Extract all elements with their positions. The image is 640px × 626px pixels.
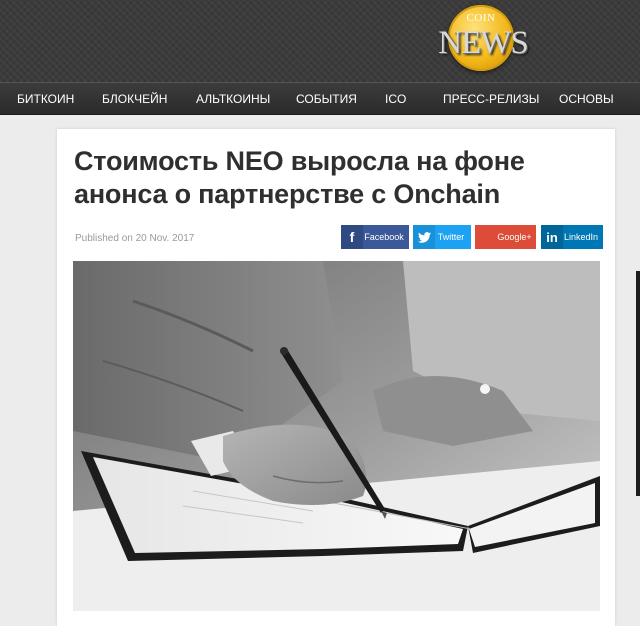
- page-edge-decoration: [636, 271, 640, 496]
- linkedin-icon: in: [541, 225, 563, 249]
- share-linkedin-label: LinkedIn: [563, 232, 599, 242]
- share-twitter-button[interactable]: Twitter: [413, 225, 471, 249]
- nav-item-blockchain[interactable]: БЛОКЧЕЙН: [102, 83, 167, 116]
- logo-news-text: NEWS: [438, 25, 529, 61]
- photo-hand-signing-document: [73, 261, 600, 611]
- share-twitter-label: Twitter: [437, 232, 465, 242]
- article-title: Стоимость NEO выросла на фоне анонса о п…: [74, 146, 525, 209]
- share-google-plus-label: Google+: [497, 232, 532, 242]
- nav-item-press-releases[interactable]: ПРЕСС-РЕЛИЗЫ: [443, 83, 539, 116]
- share-google-plus-button[interactable]: Google+: [475, 225, 536, 249]
- article-image: [73, 261, 600, 611]
- site-logo[interactable]: COIN NEWS: [428, 5, 538, 77]
- article-card: Стоимость NEO выросла на фоне анонса о п…: [57, 129, 615, 626]
- share-facebook-button[interactable]: f Facebook: [341, 225, 409, 249]
- logo-coin-text: COIN: [466, 12, 496, 24]
- main-nav: БИТКОИН БЛОКЧЕЙН АЛЬТКОИНЫ СОБЫТИЯ ICO П…: [0, 82, 640, 115]
- nav-item-ico[interactable]: ICO: [385, 83, 406, 116]
- nav-item-altcoins[interactable]: АЛЬТКОИНЫ: [196, 83, 270, 116]
- twitter-icon: [413, 225, 435, 249]
- site-header: COIN NEWS: [0, 0, 640, 82]
- share-facebook-label: Facebook: [364, 232, 404, 242]
- nav-item-basics[interactable]: ОСНОВЫ: [559, 83, 614, 116]
- nav-item-events[interactable]: СОБЫТИЯ: [296, 83, 357, 116]
- nav-item-bitcoin[interactable]: БИТКОИН: [17, 83, 74, 116]
- published-date: Published on 20 Nov. 2017: [75, 233, 195, 244]
- share-linkedin-button[interactable]: in LinkedIn: [541, 225, 603, 249]
- facebook-icon: f: [341, 225, 363, 249]
- google-plus-icon: [475, 225, 497, 249]
